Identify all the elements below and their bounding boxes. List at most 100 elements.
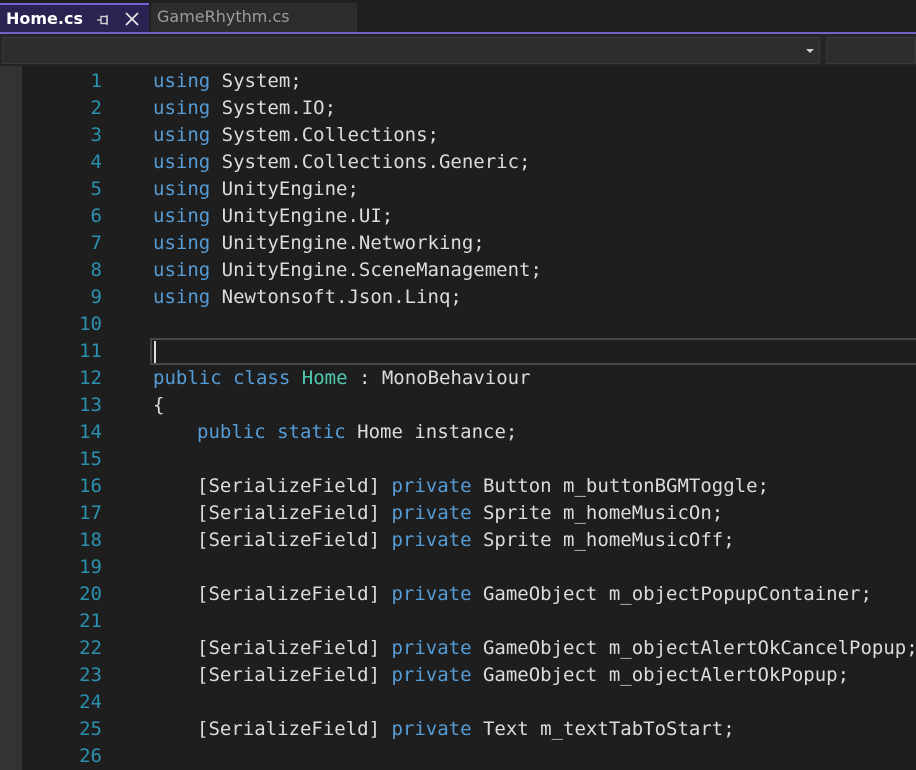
keyword-token: private — [391, 718, 472, 740]
line-number: 20 — [79, 583, 102, 605]
code-text: [SerializeField] private GameObject m_ob… — [197, 583, 872, 605]
code-token: [SerializeField] — [197, 475, 392, 497]
keyword-token: private — [391, 502, 472, 524]
code-line[interactable]: 25 [SerializeField] private Text m_textTa… — [0, 716, 916, 743]
code-token: Newtonsoft.Json.Linq; — [210, 286, 462, 308]
code-line[interactable]: 15 — [0, 446, 916, 473]
code-line[interactable]: 22 [SerializeField] private GameObject m_… — [0, 635, 916, 662]
line-number: 15 — [79, 448, 102, 470]
code-line[interactable]: 1 using System; — [0, 68, 916, 95]
tab-gamerhythm-cs[interactable]: GameRhythm.cs — [151, 3, 357, 32]
code-editor[interactable]: 1 using System; 2 using System.IO; 3 using Sy… — [0, 66, 916, 770]
line-number: 19 — [79, 556, 102, 578]
code-line[interactable]: 5 using UnityEngine; — [0, 176, 916, 203]
code-line[interactable]: 16 [SerializeField] private Button m_butt… — [0, 473, 916, 500]
code-text: [SerializeField] private Text m_textTabT… — [197, 718, 735, 740]
code-text: using System.IO; — [153, 97, 336, 119]
code-text: public static Home instance; — [197, 421, 517, 443]
keyword-token: using — [153, 232, 211, 254]
code-token: System; — [210, 70, 302, 92]
chevron-down-icon — [806, 49, 814, 53]
code-line[interactable]: 13 { — [0, 392, 916, 419]
line-number: 22 — [79, 637, 102, 659]
code-line[interactable]: 21 — [0, 608, 916, 635]
code-token: [SerializeField] — [197, 664, 392, 686]
line-number: 8 — [90, 259, 102, 281]
pin-icon[interactable] — [96, 13, 110, 27]
code-line[interactable]: 14 public static Home instance; — [0, 419, 916, 446]
type-token: Home — [301, 367, 348, 389]
code-text: using UnityEngine.Networking; — [153, 232, 485, 254]
code-text: [SerializeField] private Sprite m_homeMu… — [197, 502, 723, 524]
keyword-token: private — [391, 637, 472, 659]
code-text: [SerializeField] private GameObject m_ob… — [197, 637, 916, 659]
code-token: Sprite m_homeMusicOff; — [471, 529, 735, 551]
keyword-token: private — [391, 583, 472, 605]
line-number: 2 — [90, 97, 102, 119]
code-token: Button m_buttonBGMToggle; — [471, 475, 769, 497]
line-number: 26 — [79, 745, 102, 767]
code-line[interactable]: 2 using System.IO; — [0, 95, 916, 122]
line-number: 17 — [79, 502, 102, 524]
code-text: using UnityEngine.UI; — [153, 205, 393, 227]
code-line[interactable]: 20 [SerializeField] private GameObject m_… — [0, 581, 916, 608]
document-tab-strip: Home.cs GameRhythm.cs — [0, 0, 916, 32]
code-line[interactable]: 18 [SerializeField] private Sprite m_home… — [0, 527, 916, 554]
keyword-token: public — [153, 367, 222, 389]
code-line[interactable]: 11 — [0, 338, 916, 365]
code-line[interactable]: 12 public class Home : MonoBehaviour — [0, 365, 916, 392]
code-token: UnityEngine.Networking; — [210, 232, 485, 254]
navigation-bar — [0, 34, 916, 66]
line-number: 4 — [90, 151, 102, 173]
code-token: { — [153, 394, 165, 416]
code-token: GameObject m_objectAlertOkCancelPopup; — [471, 637, 916, 659]
code-text: using System; — [153, 70, 302, 92]
code-token: UnityEngine; — [210, 178, 359, 200]
code-text: [SerializeField] private Sprite m_homeMu… — [197, 529, 735, 551]
line-number: 5 — [90, 178, 102, 200]
code-line[interactable]: 10 — [0, 311, 916, 338]
keyword-token: private — [391, 664, 472, 686]
code-line[interactable]: 3 using System.Collections; — [0, 122, 916, 149]
current-line-highlight — [150, 338, 916, 365]
code-token: GameObject m_objectPopupContainer; — [471, 583, 872, 605]
code-line[interactable]: 4 using System.Collections.Generic; — [0, 149, 916, 176]
code-token: : MonoBehaviour — [347, 367, 531, 389]
keyword-token: static — [277, 421, 346, 443]
code-token: Text m_textTabToStart; — [471, 718, 735, 740]
code-text: using System.Collections.Generic; — [153, 151, 531, 173]
line-number: 13 — [79, 394, 102, 416]
keyword-token: using — [153, 178, 211, 200]
code-text: [SerializeField] private Button m_button… — [197, 475, 769, 497]
code-line[interactable]: 9 using Newtonsoft.Json.Linq; — [0, 284, 916, 311]
keyword-token: public — [197, 421, 266, 443]
secondary-dropdown[interactable] — [826, 37, 916, 64]
tab-home-cs[interactable]: Home.cs — [0, 3, 149, 32]
code-line[interactable]: 7 using UnityEngine.Networking; — [0, 230, 916, 257]
code-text: [SerializeField] private GameObject m_ob… — [197, 664, 849, 686]
code-text: { — [153, 394, 164, 416]
tab-label: Home.cs — [6, 9, 83, 28]
code-token: [SerializeField] — [197, 637, 392, 659]
type-member-dropdown[interactable] — [2, 37, 820, 64]
code-line[interactable]: 19 — [0, 554, 916, 581]
code-token: GameObject m_objectAlertOkPopup; — [471, 664, 850, 686]
code-line[interactable]: 24 — [0, 689, 916, 716]
keyword-token: private — [391, 475, 472, 497]
code-line[interactable]: 26 — [0, 743, 916, 770]
code-line[interactable]: 8 using UnityEngine.SceneManagement; — [0, 257, 916, 284]
code-text: using System.Collections; — [153, 124, 439, 146]
line-number: 12 — [79, 367, 102, 389]
keyword-token: using — [153, 205, 211, 227]
code-line[interactable]: 23 [SerializeField] private GameObject m_… — [0, 662, 916, 689]
keyword-token: using — [153, 70, 211, 92]
line-number: 9 — [90, 286, 102, 308]
line-number: 25 — [79, 718, 102, 740]
code-line[interactable]: 17 [SerializeField] private Sprite m_home… — [0, 500, 916, 527]
keyword-token: class — [233, 367, 291, 389]
close-icon[interactable] — [124, 11, 140, 27]
line-number: 1 — [90, 70, 102, 92]
line-number: 16 — [79, 475, 102, 497]
code-line[interactable]: 6 using UnityEngine.UI; — [0, 203, 916, 230]
